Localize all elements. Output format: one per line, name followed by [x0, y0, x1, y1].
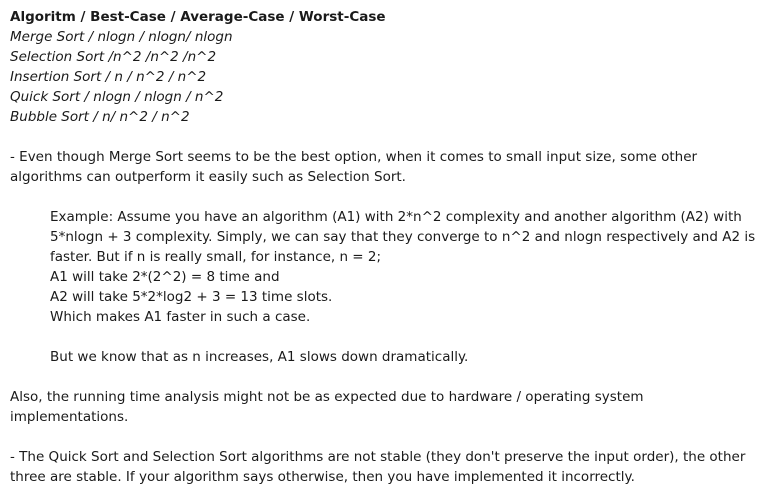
table-row-merge-sort: Merge Sort / nlogn / nlogn/ nlogn — [10, 29, 233, 45]
table-row-selection-sort: Selection Sort /n^2 /n^2 /n^2 — [10, 49, 217, 65]
hardware-note: Also, the running time analysis might no… — [10, 389, 644, 425]
example-intro: Example: Assume you have an algorithm (A… — [50, 209, 756, 265]
table-row-quick-sort: Quick Sort / nlogn / nlogn / n^2 — [10, 89, 224, 105]
stability-note: - The Quick Sort and Selection Sort algo… — [10, 449, 746, 485]
table-row-bubble-sort: Bubble Sort / n/ n^2 / n^2 — [10, 109, 190, 125]
example-a2-line: A2 will take 5*2*log2 + 3 = 13 time slot… — [50, 289, 333, 305]
table-row-insertion-sort: Insertion Sort / n / n^2 / n^2 — [10, 69, 207, 85]
example-a1-line: A1 will take 2*(2^2) = 8 time and — [50, 269, 280, 285]
example-conclusion: Which makes A1 faster in such a case. — [50, 309, 311, 325]
example-block: Example: Assume you have an algorithm (A… — [10, 207, 760, 367]
document-page: Algoritm / Best-Case / Average-Case / Wo… — [0, 0, 770, 487]
table-header: Algoritm / Best-Case / Average-Case / Wo… — [10, 9, 386, 25]
merge-sort-note: - Even though Merge Sort seems to be the… — [10, 149, 698, 185]
example-caveat: But we know that as n increases, A1 slow… — [50, 349, 469, 365]
